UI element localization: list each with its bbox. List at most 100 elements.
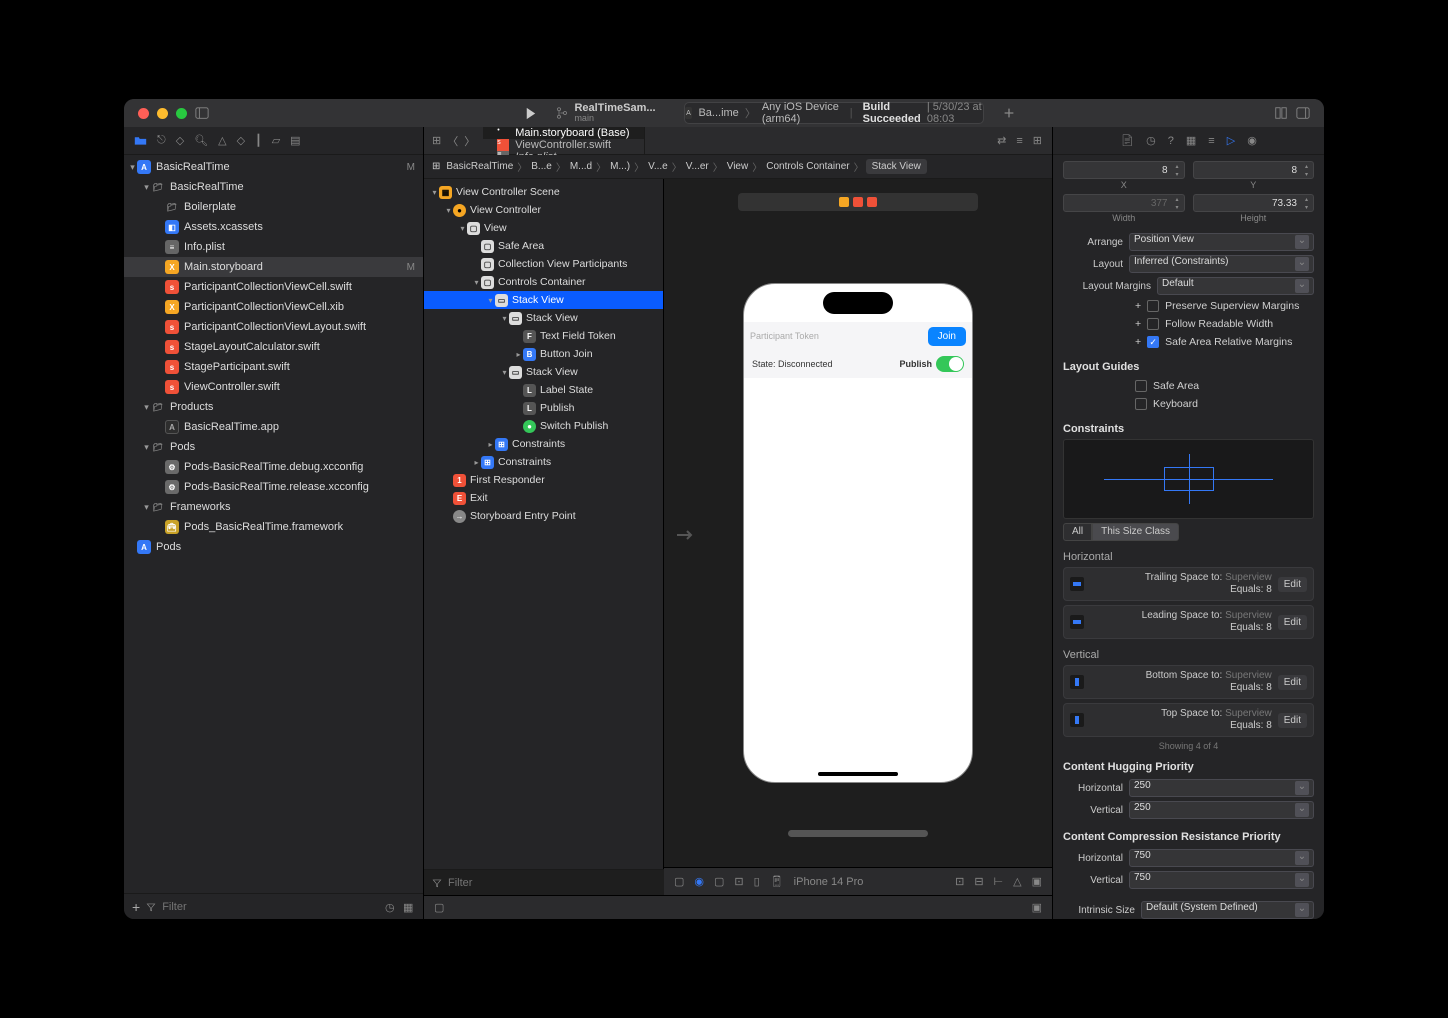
breadcrumb-item[interactable]: V...er	[684, 161, 711, 172]
identity-inspector-icon[interactable]: ▦	[1186, 134, 1196, 147]
issue-icon[interactable]: △	[218, 134, 226, 147]
constraint-item[interactable]: Leading Space to: Superview Equals: 8 Ed…	[1063, 605, 1314, 639]
run-icon[interactable]	[523, 106, 538, 121]
hug-h-field[interactable]: 250	[1129, 779, 1314, 797]
outline-row[interactable]: ▾▢View	[424, 219, 663, 237]
adjust-icon[interactable]: ≡	[1016, 135, 1022, 147]
size-class-segment[interactable]: All This Size Class	[1063, 523, 1314, 541]
view-as-icon[interactable]: ◉	[694, 875, 704, 888]
jump-bar[interactable]: ⊞BasicRealTime〉B...e〉M...d〉M...)〉V...e〉V…	[424, 155, 1052, 179]
destination[interactable]: Any iOS Device (arm64)	[762, 101, 840, 125]
help-inspector-icon[interactable]: ?	[1168, 135, 1174, 147]
four-squares-icon[interactable]: ⊞	[432, 161, 440, 172]
join-button[interactable]: Join	[928, 327, 966, 346]
connections-inspector-icon[interactable]: ◉	[1247, 134, 1257, 147]
debug-icon[interactable]: ┃	[255, 134, 262, 147]
margins-select[interactable]: Default	[1157, 277, 1314, 295]
outline-row[interactable]: ▢Safe Area	[424, 237, 663, 255]
outline-row[interactable]: ▸BButton Join	[424, 345, 663, 363]
outline-row[interactable]: ▸⊞Constraints	[424, 435, 663, 453]
orientation-icon[interactable]: ⊡	[734, 875, 743, 888]
outline-row[interactable]: ▢Collection View Participants	[424, 255, 663, 273]
breadcrumb-item[interactable]: BasicRealTime	[444, 161, 515, 172]
checkbox[interactable]: ✓	[1147, 336, 1159, 348]
editor-tab[interactable]: sViewController.swift	[483, 139, 644, 151]
x-field[interactable]: 8▴▾	[1063, 161, 1185, 179]
console-toggle-icon[interactable]: ▢	[434, 901, 444, 914]
edit-button[interactable]: Edit	[1278, 577, 1307, 592]
layout-select[interactable]: Inferred (Constraints)	[1129, 255, 1314, 273]
outline-row[interactable]: ▾▭Stack View	[424, 291, 663, 309]
edit-button[interactable]: Edit	[1278, 615, 1307, 630]
outline-row[interactable]: ▾▭Stack View	[424, 363, 663, 381]
pin-icon[interactable]: ⊢	[994, 875, 1004, 888]
outline-row[interactable]: ▾▦View Controller Scene	[424, 183, 663, 201]
filter-toggle-icon[interactable]: ▣	[1032, 901, 1042, 914]
constraint-item[interactable]: Top Space to: Superview Equals: 8 Edit	[1063, 703, 1314, 737]
scheme-selector[interactable]: RealTimeSam... main	[546, 102, 665, 124]
editor-tab[interactable]: •Main.storyboard (Base)	[483, 127, 644, 139]
file-row[interactable]: ▾📁︎Frameworks	[124, 497, 423, 517]
comp-h-field[interactable]: 750	[1129, 849, 1314, 867]
interface-builder-canvas[interactable]: Participant Token Join State: Disconnect…	[664, 179, 1052, 867]
file-row[interactable]: ⚙︎Pods-BasicRealTime.debug.xcconfig	[124, 457, 423, 477]
plus-icon[interactable]: +	[1135, 300, 1141, 312]
comp-v-field[interactable]: 750	[1129, 871, 1314, 889]
breadcrumb-item[interactable]: M...d	[568, 161, 594, 172]
hug-v-field[interactable]: 250	[1129, 801, 1314, 819]
file-row[interactable]: sStageLayoutCalculator.swift	[124, 337, 423, 357]
plus-icon[interactable]	[1002, 106, 1016, 120]
minimize-icon[interactable]	[157, 108, 168, 119]
outline-row[interactable]: →Storyboard Entry Point	[424, 507, 663, 525]
file-row[interactable]: XParticipantCollectionViewCell.xib	[124, 297, 423, 317]
scene-header[interactable]	[738, 193, 978, 211]
constraint-item[interactable]: Trailing Space to: Superview Equals: 8 E…	[1063, 567, 1314, 601]
align-icon[interactable]: ⊟	[974, 875, 983, 888]
device-preview[interactable]: Participant Token Join State: Disconnect…	[743, 283, 973, 783]
outline-row[interactable]: ▾●View Controller	[424, 201, 663, 219]
breadcrumb-item[interactable]: V...e	[646, 161, 670, 172]
forward-icon[interactable]: 〉	[464, 133, 475, 149]
file-row[interactable]: ≡Info.plist	[124, 237, 423, 257]
outline-row[interactable]: 1First Responder	[424, 471, 663, 489]
attributes-inspector-icon[interactable]: ≡	[1208, 135, 1214, 147]
edit-button[interactable]: Edit	[1278, 675, 1307, 690]
breadcrumb-item[interactable]: M...)	[608, 161, 632, 172]
library-icon[interactable]	[1274, 106, 1288, 120]
symbol-icon[interactable]: ◇	[176, 134, 184, 147]
file-row[interactable]: ▾📁︎BasicRealTime	[124, 177, 423, 197]
breakpoint-icon[interactable]: ▱	[272, 134, 280, 147]
breadcrumb-item[interactable]: Controls Container	[764, 161, 851, 172]
file-inspector-icon[interactable]: 📄︎	[1120, 134, 1134, 147]
constraint-item[interactable]: Bottom Space to: Superview Equals: 8 Edi…	[1063, 665, 1314, 699]
height-field[interactable]: 73.33▴▾	[1193, 194, 1315, 212]
breadcrumb-item[interactable]: View	[725, 161, 751, 172]
file-row[interactable]: ▾📁︎Pods	[124, 437, 423, 457]
breadcrumb-item[interactable]: Stack View	[866, 159, 927, 174]
outline-row[interactable]: ▾▭Stack View	[424, 309, 663, 327]
file-row[interactable]: 🧰︎Pods_BasicRealTime.framework	[124, 517, 423, 537]
intrinsic-select[interactable]: Default (System Defined)	[1141, 901, 1314, 919]
project-root[interactable]: ▾A BasicRealTime M	[124, 157, 423, 177]
outline-toggle-icon[interactable]: ▢	[674, 875, 684, 888]
file-row[interactable]: sViewController.swift	[124, 377, 423, 397]
related-items-icon[interactable]: ⊞	[432, 134, 441, 147]
sidebar-toggle-icon[interactable]	[195, 106, 209, 120]
outline-row[interactable]: ▾▢Controls Container	[424, 273, 663, 291]
assistant-icon[interactable]: ⇄	[997, 134, 1006, 147]
zoom-icon[interactable]	[176, 108, 187, 119]
checkbox[interactable]	[1147, 300, 1159, 312]
back-icon[interactable]: 〈	[447, 133, 458, 149]
zoom-icon[interactable]: ▯	[754, 875, 760, 888]
file-row[interactable]: ABasicRealTime.app	[124, 417, 423, 437]
outline-filter-input[interactable]	[448, 877, 656, 889]
outline-row[interactable]: EExit	[424, 489, 663, 507]
plus-icon[interactable]: +	[132, 899, 140, 915]
scrollbar[interactable]	[788, 830, 928, 837]
test-icon[interactable]: ◇	[237, 134, 245, 147]
report-icon[interactable]: ▤	[290, 134, 300, 147]
outline-row[interactable]: ●Switch Publish	[424, 417, 663, 435]
add-editor-icon[interactable]: ⊞	[1033, 134, 1042, 147]
outline-row[interactable]: FText Field Token	[424, 327, 663, 345]
file-row[interactable]: ▾📁︎Products	[124, 397, 423, 417]
